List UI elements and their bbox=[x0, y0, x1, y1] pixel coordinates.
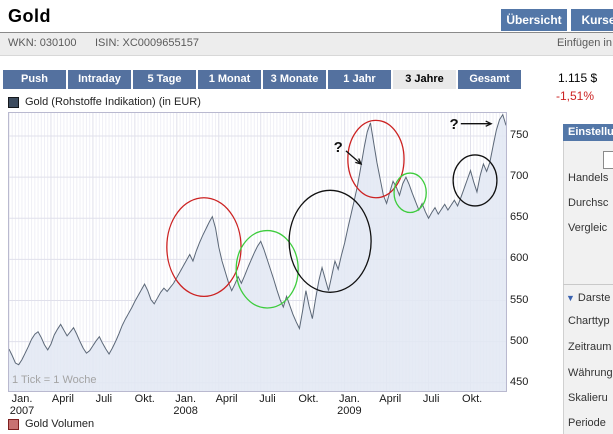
period-tab-bar: Push Intraday 5 Tage 1 Monat 3 Monate 1 … bbox=[3, 70, 521, 89]
y-axis-label: 450 bbox=[510, 376, 528, 388]
settings-panel bbox=[563, 141, 613, 434]
x-axis-label: Jan.2009 bbox=[327, 393, 371, 417]
tab-1-monat[interactable]: 1 Monat bbox=[198, 70, 261, 89]
darstellung-section-toggle[interactable]: ▼Darste bbox=[566, 292, 610, 304]
volume-series-swatch-icon bbox=[8, 419, 19, 430]
y-axis-label: 700 bbox=[510, 170, 528, 182]
tab-push[interactable]: Push bbox=[3, 70, 66, 89]
x-axis-label: Okt. bbox=[123, 393, 167, 405]
page-title: Gold bbox=[8, 6, 51, 27]
tab-gesamt[interactable]: Gesamt bbox=[458, 70, 521, 89]
volume-legend-label: Gold Volumen bbox=[25, 418, 94, 430]
x-axis-label: Juli bbox=[246, 393, 290, 405]
setting-periode-label: Periode bbox=[568, 417, 606, 429]
x-axis-label: April bbox=[205, 393, 249, 405]
y-axis-label: 550 bbox=[510, 294, 528, 306]
setting-handelsplatz-label: Handels bbox=[568, 172, 608, 184]
question-mark-annotation: ? bbox=[450, 116, 459, 133]
insert-into-link[interactable]: Einfügen in bbox=[557, 37, 612, 49]
tab-intraday[interactable]: Intraday bbox=[68, 70, 131, 89]
price-change-percent: -1,51% bbox=[556, 89, 594, 103]
x-axis-label: Okt. bbox=[450, 393, 494, 405]
chevron-down-icon: ▼ bbox=[566, 293, 575, 303]
price-chart[interactable]: ?? bbox=[8, 112, 507, 392]
setting-vergleich-label: Vergleic bbox=[568, 222, 607, 234]
panel-divider bbox=[563, 284, 613, 285]
x-axis-label: Jan.2008 bbox=[164, 393, 208, 417]
isin-label: ISIN: XC0009655157 bbox=[95, 37, 199, 49]
instrument-info-bar: WKN: 030100 ISIN: XC0009655157 Einfügen … bbox=[0, 33, 613, 56]
tab-5-tage[interactable]: 5 Tage bbox=[133, 70, 196, 89]
setting-zeitraum-label: Zeitraum bbox=[568, 341, 611, 353]
setting-waehrung-label: Währung bbox=[568, 367, 613, 379]
y-axis-label: 500 bbox=[510, 335, 528, 347]
tab-3-monate[interactable]: 3 Monate bbox=[263, 70, 326, 89]
x-axis-label: April bbox=[41, 393, 85, 405]
volume-legend: Gold Volumen bbox=[8, 418, 94, 430]
setting-skalierung-label: Skalieru bbox=[568, 392, 608, 404]
chart-legend: Gold (Rohstoffe Indikation) (in EUR) bbox=[8, 96, 201, 108]
settings-panel-header: Einstellu bbox=[563, 124, 613, 141]
tab-1-jahr[interactable]: 1 Jahr bbox=[328, 70, 391, 89]
settings-mini-button[interactable] bbox=[603, 151, 613, 169]
overview-button[interactable]: Übersicht bbox=[501, 9, 567, 31]
quotes-button[interactable]: Kurse bbox=[571, 9, 613, 31]
setting-durchschnitt-label: Durchsc bbox=[568, 197, 608, 209]
wkn-label: WKN: 030100 bbox=[8, 37, 76, 49]
price-chart-canvas[interactable]: ?? bbox=[9, 113, 506, 391]
last-price: 1.115 $ bbox=[558, 71, 597, 85]
tab-3-jahre[interactable]: 3 Jahre bbox=[393, 70, 456, 89]
x-axis-label: Juli bbox=[82, 393, 126, 405]
setting-charttyp-label: Charttyp bbox=[568, 315, 610, 327]
tick-interval-note: 1 Tick = 1 Woche bbox=[12, 374, 96, 386]
chart-legend-label: Gold (Rohstoffe Indikation) (in EUR) bbox=[25, 96, 201, 108]
x-axis-label: Jan.2007 bbox=[0, 393, 44, 417]
x-axis-label: April bbox=[368, 393, 412, 405]
x-axis-label: Juli bbox=[409, 393, 453, 405]
gold-series-swatch-icon bbox=[8, 97, 19, 108]
x-axis-label: Okt. bbox=[286, 393, 330, 405]
y-axis-label: 750 bbox=[510, 129, 528, 141]
y-axis-label: 600 bbox=[510, 252, 528, 264]
question-mark-annotation: ? bbox=[334, 139, 343, 156]
y-axis-label: 650 bbox=[510, 211, 528, 223]
